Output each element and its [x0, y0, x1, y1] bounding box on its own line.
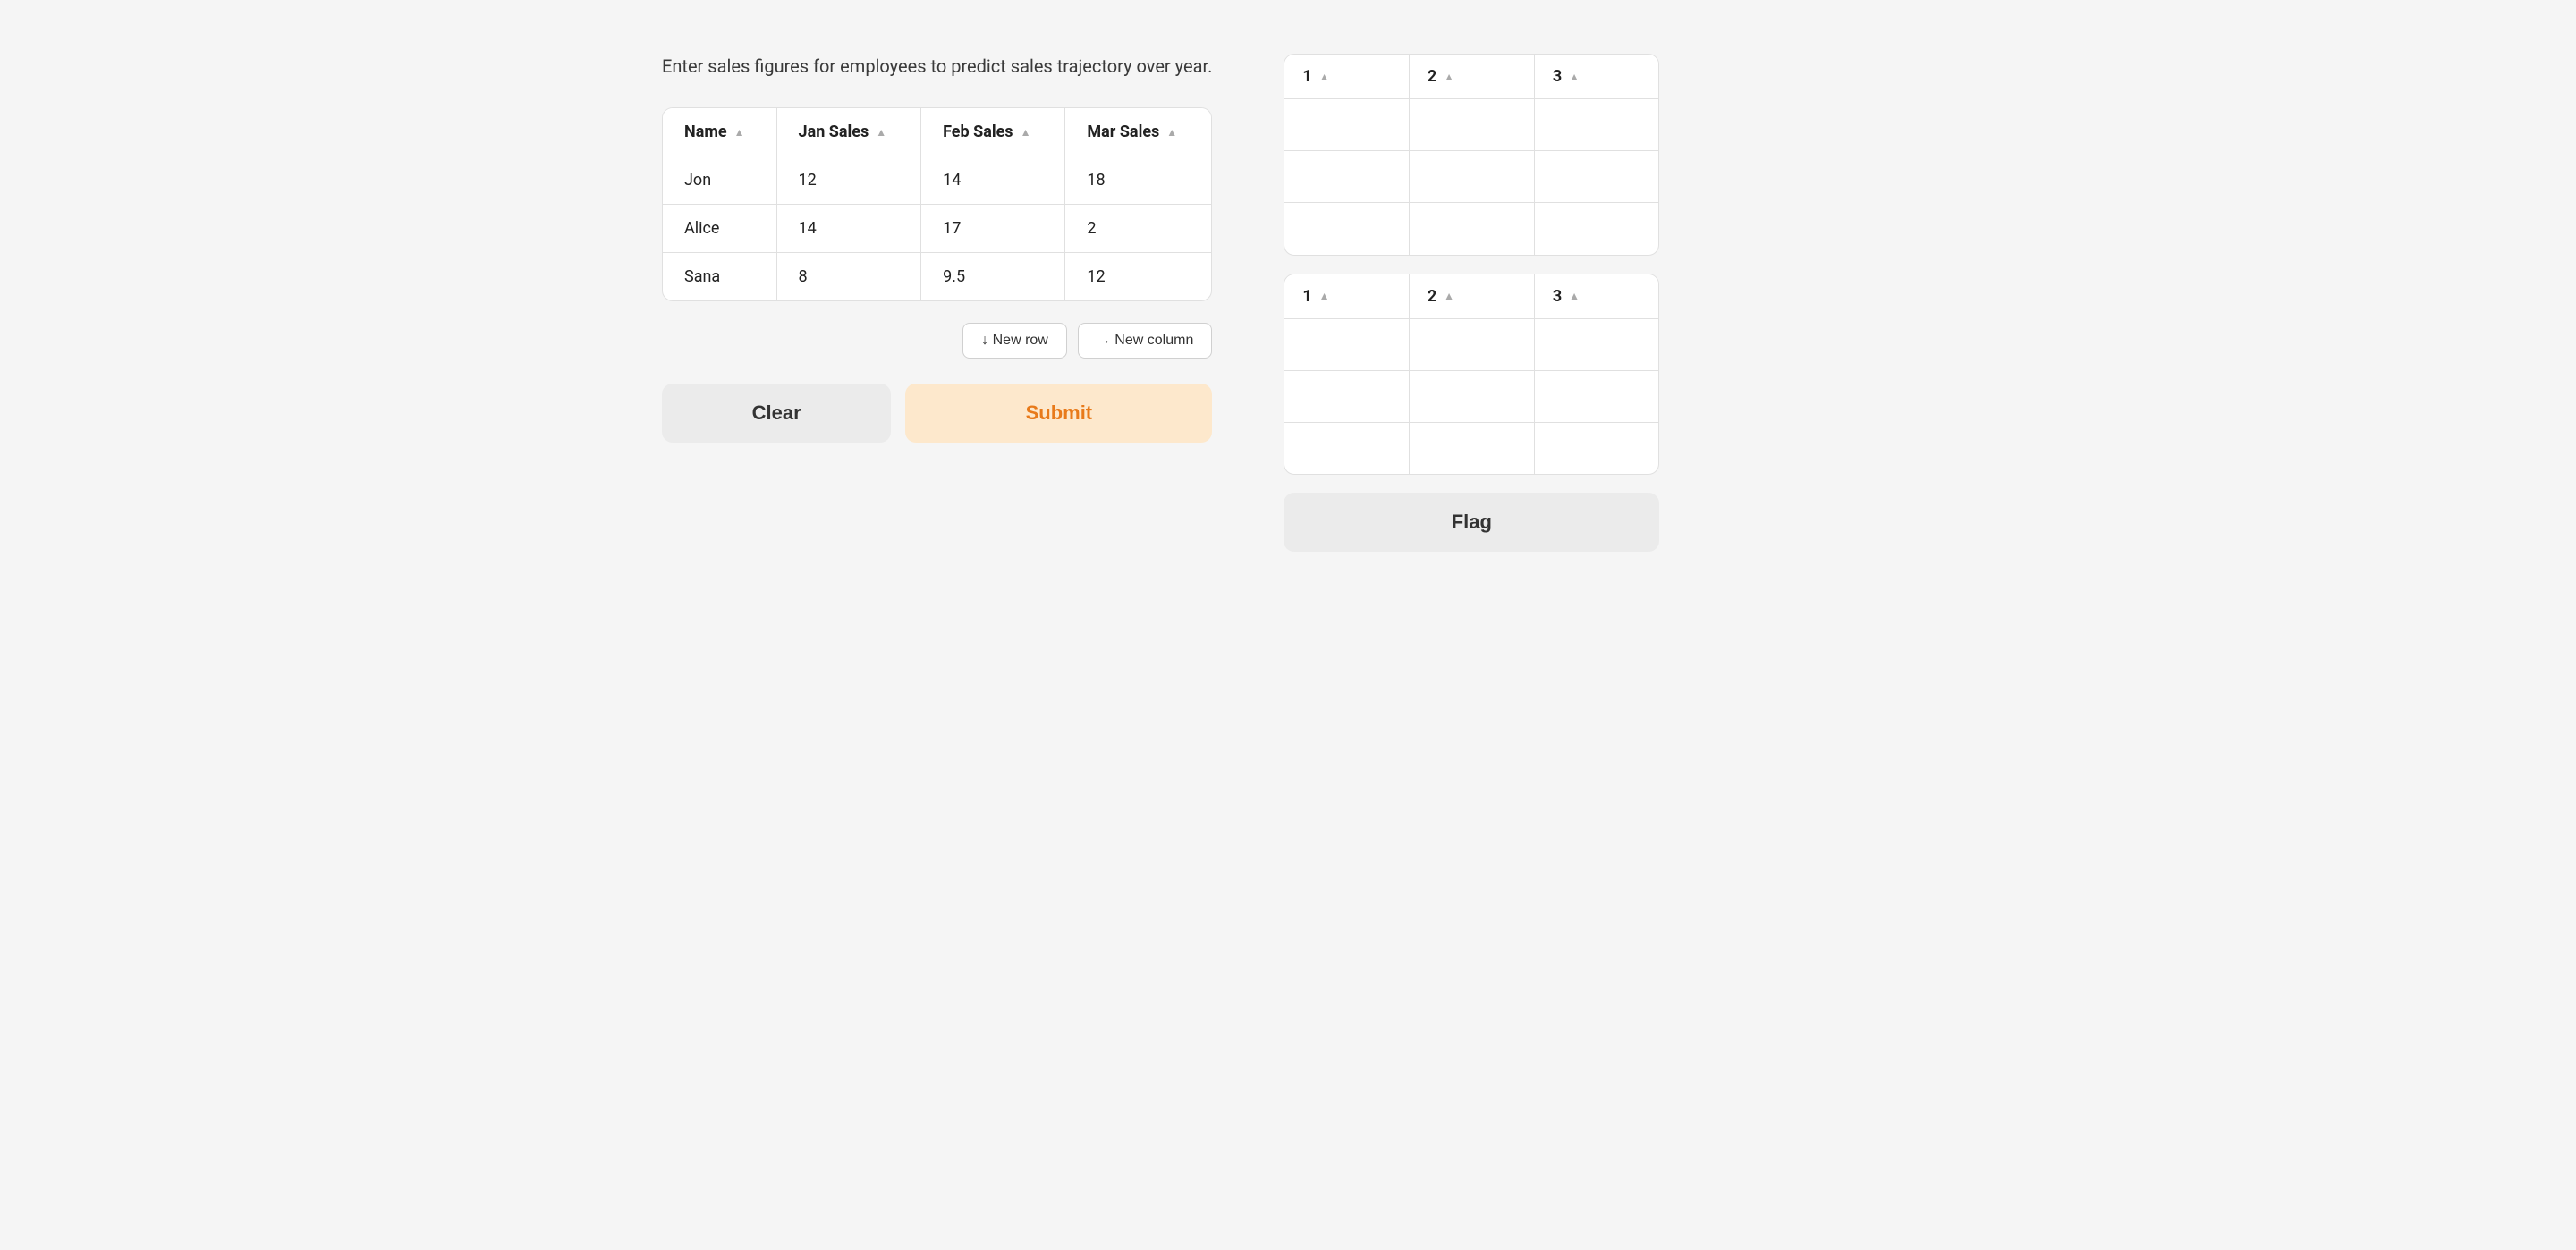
list-item — [1284, 151, 1658, 203]
sec1-cell-3 — [1534, 203, 1658, 255]
sec2-cell-2 — [1409, 370, 1534, 422]
sec2-col-1[interactable]: 1 ▲ — [1284, 274, 1409, 319]
main-table-container: Name ▲ Jan Sales ▲ Feb S — [662, 107, 1212, 301]
sec2-cell-2 — [1409, 422, 1534, 474]
main-table: Name ▲ Jan Sales ▲ Feb S — [663, 108, 1211, 300]
cell-feb: 17 — [921, 205, 1065, 253]
sort-arrow-name: ▲ — [734, 126, 745, 139]
right-section: 1 ▲ 2 ▲ 3 — [1284, 54, 1659, 552]
cell-jan: 12 — [776, 156, 921, 205]
list-item — [1284, 422, 1658, 474]
page-description: Enter sales figures for employees to pre… — [662, 54, 1212, 79]
sort-arrow-mar: ▲ — [1166, 126, 1177, 139]
sec1-cell-2 — [1409, 203, 1534, 255]
sec1-col-2[interactable]: 2 ▲ — [1409, 55, 1534, 99]
action-row: ↓ New row → New column — [662, 323, 1212, 359]
cell-feb: 14 — [921, 156, 1065, 205]
new-row-button[interactable]: ↓ New row — [962, 323, 1067, 359]
sec2-cell-3 — [1534, 318, 1658, 370]
col-header-name[interactable]: Name ▲ — [663, 108, 776, 156]
sec1-cell-3 — [1534, 99, 1658, 151]
sec2-cell-1 — [1284, 318, 1409, 370]
secondary-table-1-container: 1 ▲ 2 ▲ 3 — [1284, 54, 1659, 256]
table-row: Sana89.512 — [663, 253, 1211, 301]
sort-arrow-jan: ▲ — [876, 126, 886, 139]
sec1-cell-3 — [1534, 151, 1658, 203]
list-item — [1284, 318, 1658, 370]
secondary-table-1: 1 ▲ 2 ▲ 3 — [1284, 55, 1658, 255]
sec2-sort-1: ▲ — [1319, 290, 1330, 302]
bottom-buttons: Clear Submit — [662, 384, 1212, 443]
sec2-header-row: 1 ▲ 2 ▲ 3 — [1284, 274, 1658, 319]
sec1-sort-1: ▲ — [1319, 71, 1330, 83]
col-header-jan-sales[interactable]: Jan Sales ▲ — [776, 108, 921, 156]
cell-mar: 2 — [1065, 205, 1211, 253]
sec2-sort-2: ▲ — [1444, 290, 1454, 302]
sec1-col-1[interactable]: 1 ▲ — [1284, 55, 1409, 99]
sec2-cell-3 — [1534, 422, 1658, 474]
sec1-sort-2: ▲ — [1444, 71, 1454, 83]
cell-name: Sana — [663, 253, 776, 301]
sec1-cell-1 — [1284, 99, 1409, 151]
col-header-mar-sales[interactable]: Mar Sales ▲ — [1065, 108, 1211, 156]
new-column-button[interactable]: → New column — [1078, 323, 1212, 359]
flag-button[interactable]: Flag — [1284, 493, 1659, 552]
sec2-col-3[interactable]: 3 ▲ — [1534, 274, 1658, 319]
secondary-table-2: 1 ▲ 2 ▲ 3 — [1284, 274, 1658, 475]
list-item — [1284, 370, 1658, 422]
cell-name: Jon — [663, 156, 776, 205]
sec1-cell-1 — [1284, 151, 1409, 203]
sec2-cell-1 — [1284, 422, 1409, 474]
sec2-cell-3 — [1534, 370, 1658, 422]
list-item — [1284, 203, 1658, 255]
sec2-cell-1 — [1284, 370, 1409, 422]
cell-jan: 14 — [776, 205, 921, 253]
secondary-table-2-container: 1 ▲ 2 ▲ 3 — [1284, 274, 1659, 476]
submit-button[interactable]: Submit — [905, 384, 1212, 443]
sec2-col-2[interactable]: 2 ▲ — [1409, 274, 1534, 319]
table-row: Jon121418 — [663, 156, 1211, 205]
clear-button[interactable]: Clear — [662, 384, 891, 443]
sec1-cell-2 — [1409, 99, 1534, 151]
table-row: Alice14172 — [663, 205, 1211, 253]
col-header-feb-sales[interactable]: Feb Sales ▲ — [921, 108, 1065, 156]
page-container: Enter sales figures for employees to pre… — [662, 54, 1914, 552]
cell-feb: 9.5 — [921, 253, 1065, 301]
table-header-row: Name ▲ Jan Sales ▲ Feb S — [663, 108, 1211, 156]
sec2-cell-2 — [1409, 318, 1534, 370]
sec1-cell-2 — [1409, 151, 1534, 203]
sec1-col-3[interactable]: 3 ▲ — [1534, 55, 1658, 99]
cell-name: Alice — [663, 205, 776, 253]
sec1-sort-3: ▲ — [1569, 71, 1580, 83]
cell-mar: 12 — [1065, 253, 1211, 301]
sec1-header-row: 1 ▲ 2 ▲ 3 — [1284, 55, 1658, 99]
cell-mar: 18 — [1065, 156, 1211, 205]
sec2-sort-3: ▲ — [1569, 290, 1580, 302]
cell-jan: 8 — [776, 253, 921, 301]
sec1-cell-1 — [1284, 203, 1409, 255]
list-item — [1284, 99, 1658, 151]
sort-arrow-feb: ▲ — [1021, 126, 1031, 139]
left-section: Enter sales figures for employees to pre… — [662, 54, 1212, 443]
